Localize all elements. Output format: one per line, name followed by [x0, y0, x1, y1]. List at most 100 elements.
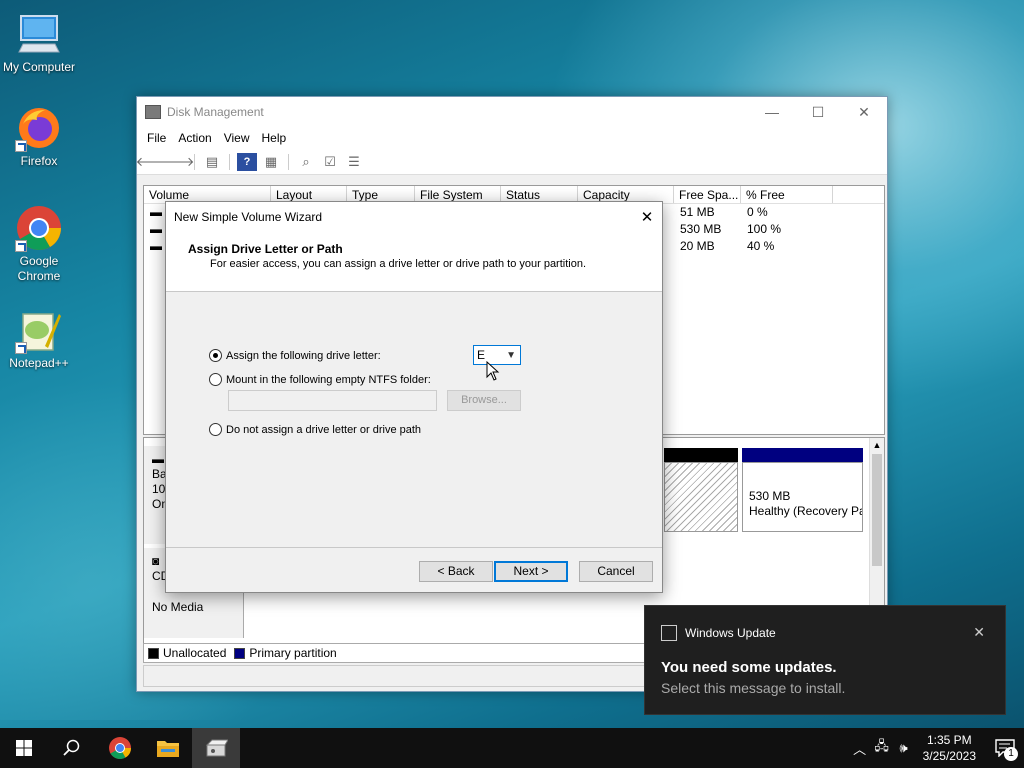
network-icon[interactable]: 🖧	[871, 737, 893, 759]
desktop-icon-my-computer[interactable]: My Computer	[1, 10, 77, 75]
recovery-partition[interactable]: 530 MB Healthy (Recovery Pa	[742, 462, 863, 532]
column-free-space[interactable]: Free Spa...	[674, 186, 741, 203]
toolbar: 🡐 🡒 ▤ ? ▦ ⌕ ☑ ☰	[136, 149, 887, 175]
window-titlebar[interactable]: Disk Management — ☐ ✕	[137, 97, 887, 127]
menu-help[interactable]: Help	[256, 131, 293, 145]
unallocated-swatch	[148, 647, 159, 659]
taskbar: ︿ 🖧 🕪 1:35 PM 3/25/2023 1	[0, 728, 1024, 768]
unallocated-bar	[664, 448, 738, 462]
option-label: Mount in the following empty NTFS folder…	[226, 373, 431, 386]
disk-management-icon	[205, 739, 228, 757]
cancel-button[interactable]: Cancel	[579, 561, 653, 582]
chevron-up-icon[interactable]: ︿	[849, 739, 871, 758]
close-icon[interactable]: ✕	[973, 624, 985, 641]
system-tray: ︿ 🖧 🕪 1:35 PM 3/25/2023 1	[849, 728, 1024, 768]
toast-title: You need some updates.	[661, 659, 837, 676]
mouse-cursor-icon	[486, 360, 500, 381]
wizard-title: New Simple Volume Wizard	[174, 210, 323, 224]
wizard-heading: Assign Drive Letter or Path	[188, 242, 343, 256]
windows-update-icon	[661, 624, 677, 641]
back-button[interactable]: < Back	[419, 561, 493, 582]
cell-percent: 0 %	[747, 205, 768, 219]
properties-icon[interactable]: ▦	[261, 153, 281, 171]
windows-update-notification[interactable]: Windows Update ✕ You need some updates. …	[644, 605, 1006, 715]
computer-icon	[15, 10, 63, 58]
wizard-header: Assign Drive Letter or Path For easier a…	[166, 232, 662, 292]
shortcut-arrow-icon	[15, 240, 27, 252]
primary-bar	[742, 448, 863, 462]
action-center-button[interactable]: 1	[986, 728, 1024, 768]
notepad-plus-plus-icon	[15, 306, 63, 354]
legend-primary: Primary partition	[249, 646, 337, 660]
menu-bar: File Action View Help	[137, 127, 887, 149]
windows-logo-icon	[16, 740, 32, 756]
scroll-up-icon[interactable]: ▲	[870, 438, 884, 452]
column-percent-free[interactable]: % Free	[741, 186, 833, 203]
option-assign-letter[interactable]: Assign the following drive letter:	[209, 349, 381, 362]
connect-icon[interactable]: ⌕	[296, 153, 316, 171]
taskbar-file-explorer[interactable]	[144, 728, 192, 768]
toast-body: Select this message to install.	[661, 680, 846, 696]
wizard-titlebar[interactable]: New Simple Volume Wizard ✕	[166, 202, 662, 232]
desktop-icon-label: Firefox	[20, 154, 58, 168]
cell-free: 530 MB	[680, 222, 722, 236]
menu-action[interactable]: Action	[172, 131, 217, 145]
console-tree-icon[interactable]: ▤	[202, 153, 222, 171]
list-view-icon[interactable]: ☰	[344, 153, 364, 171]
desktop-icon-notepad-plus-plus[interactable]: Notepad++	[1, 306, 77, 371]
search-button[interactable]	[48, 728, 96, 768]
browse-button[interactable]: Browse...	[447, 390, 521, 411]
primary-swatch	[234, 647, 246, 659]
clock-time: 1:35 PM	[926, 733, 972, 747]
option-label: Do not assign a drive letter or drive pa…	[226, 423, 422, 436]
folder-path-input[interactable]	[228, 390, 437, 411]
radio-mount-folder[interactable]	[209, 373, 222, 386]
desktop-icon-label: Notepad++	[9, 356, 69, 370]
taskbar-disk-management[interactable]	[192, 728, 240, 768]
menu-file[interactable]: File	[141, 131, 172, 145]
option-no-letter[interactable]: Do not assign a drive letter or drive pa…	[209, 423, 421, 436]
partition-status: Healthy (Recovery Pa	[749, 504, 863, 518]
menu-view[interactable]: View	[218, 131, 256, 145]
radio-assign-letter[interactable]	[209, 349, 222, 362]
chrome-icon	[15, 204, 63, 252]
desktop-icon-firefox[interactable]: Firefox	[1, 104, 77, 169]
clock[interactable]: 1:35 PM 3/25/2023	[923, 732, 976, 764]
desktop-icon-google-chrome[interactable]: Google Chrome	[1, 204, 77, 284]
chevron-down-icon: ▼	[506, 349, 516, 361]
volume-icon: ▬	[150, 239, 162, 253]
desktop-icon-label: My Computer	[2, 60, 76, 74]
start-button[interactable]	[0, 728, 48, 768]
taskbar-chrome[interactable]	[96, 728, 144, 768]
disk-management-icon	[145, 105, 161, 119]
volume-icon: ▬	[150, 205, 162, 219]
next-button[interactable]: Next >	[494, 561, 568, 582]
wizard-subheading: For easier access, you can assign a driv…	[210, 258, 587, 270]
partition-selected[interactable]	[664, 462, 738, 532]
option-mount-folder[interactable]: Mount in the following empty NTFS folder…	[209, 373, 431, 386]
close-icon[interactable]: ✕	[841, 97, 887, 127]
desktop-icon-label: Google Chrome	[17, 254, 61, 283]
scroll-thumb[interactable]	[872, 454, 882, 566]
drive-letter-value: E	[477, 348, 486, 362]
maximize-icon[interactable]: ☐	[795, 97, 841, 127]
radio-no-letter[interactable]	[209, 423, 222, 436]
checklist-icon[interactable]: ☑	[320, 153, 340, 171]
toast-app-name: Windows Update	[685, 625, 776, 640]
volume-icon: ▬	[150, 222, 162, 236]
help-icon[interactable]: ?	[237, 152, 257, 171]
close-icon[interactable]: ✕	[632, 208, 662, 226]
legend-unallocated: Unallocated	[163, 646, 227, 660]
cdrom-status: No Media	[152, 600, 204, 614]
forward-arrow-icon[interactable]: 🡒	[160, 153, 195, 171]
chrome-icon	[109, 737, 131, 759]
cell-free: 20 MB	[680, 239, 715, 253]
clock-date: 3/25/2023	[922, 749, 976, 763]
cell-free: 51 MB	[680, 205, 715, 219]
option-label: Assign the following drive letter:	[226, 349, 381, 362]
volume-icon[interactable]: 🕪	[893, 740, 915, 756]
folder-icon	[157, 741, 179, 757]
search-icon	[63, 739, 80, 756]
minimize-icon[interactable]: —	[749, 97, 795, 127]
notification-count-badge: 1	[1004, 747, 1018, 761]
